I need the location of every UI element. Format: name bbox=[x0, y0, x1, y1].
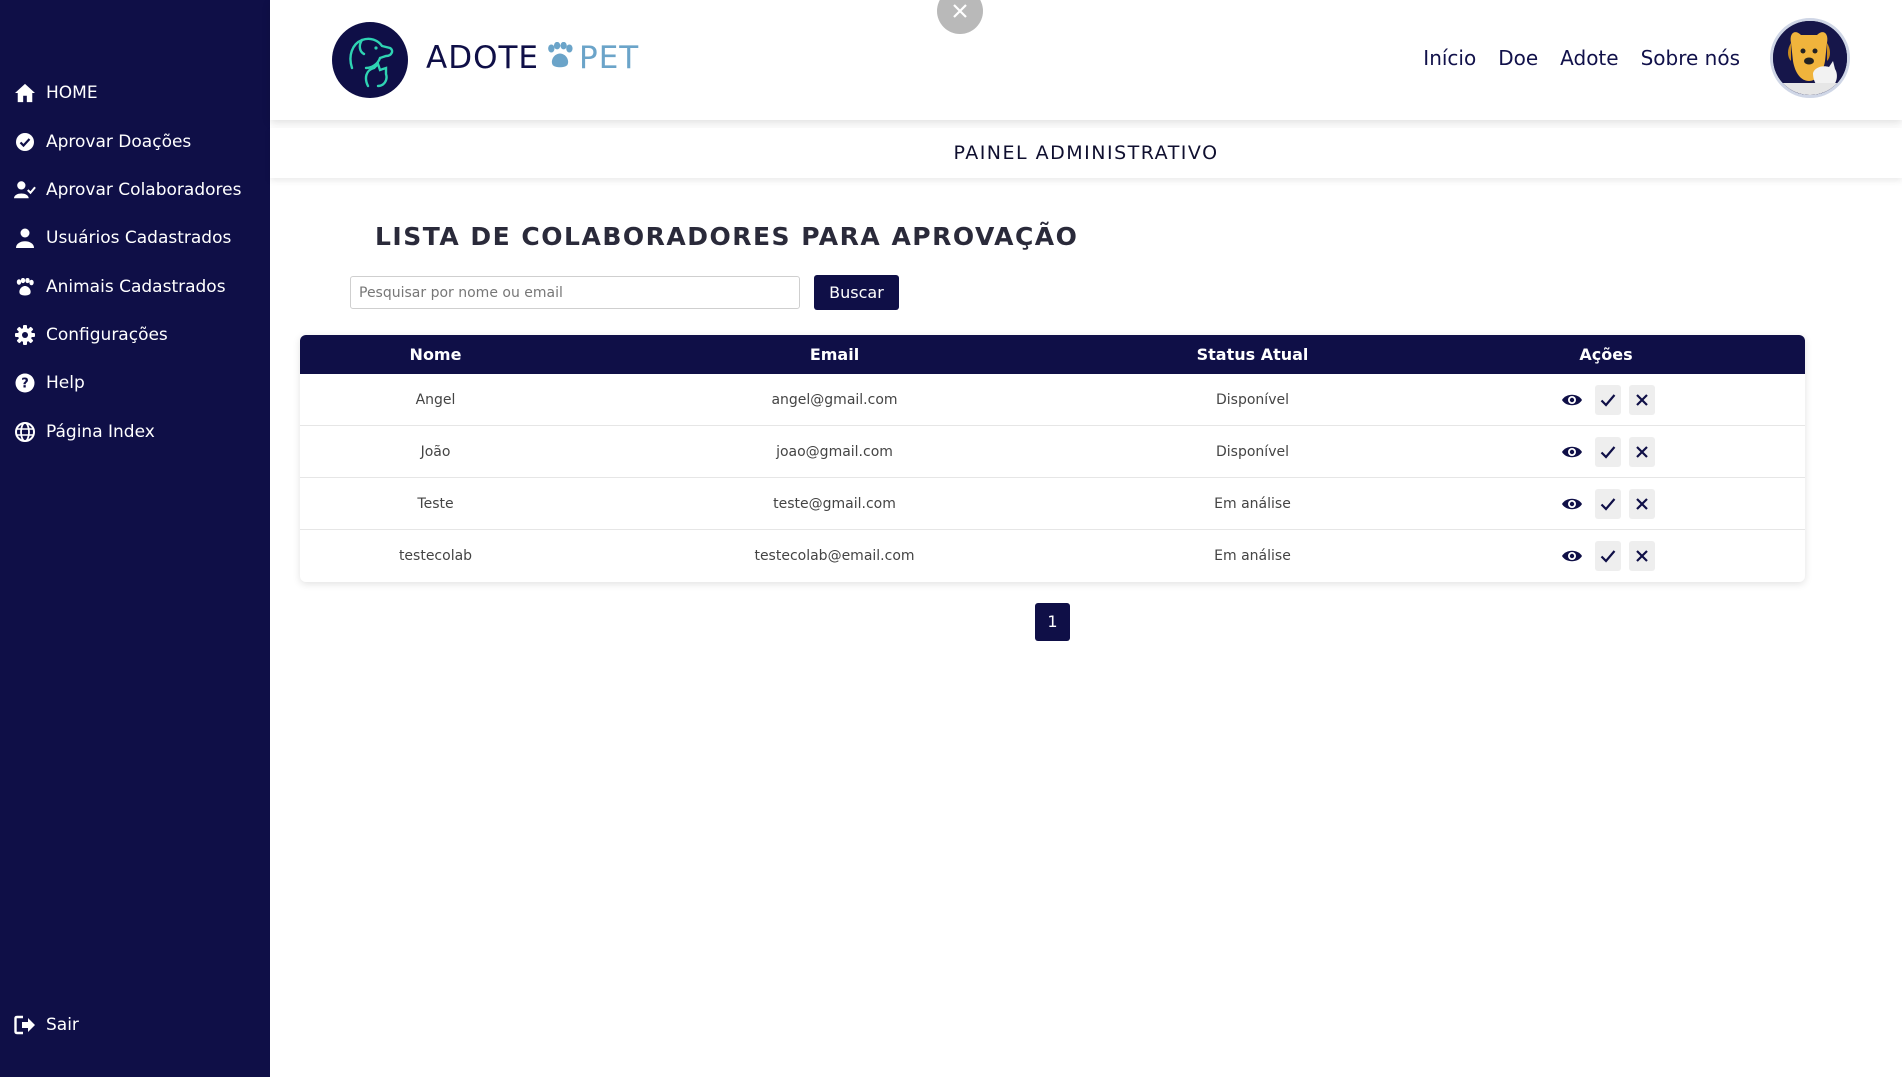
column-header-email: Email bbox=[809, 345, 860, 364]
table-header: Nome Email Status Atual Ações bbox=[300, 335, 1805, 374]
sidebar-item-home[interactable]: HOME bbox=[14, 79, 98, 107]
user-check-icon bbox=[14, 179, 36, 201]
sidebar-item-sair[interactable]: Sair bbox=[14, 1011, 79, 1039]
brand-name: ADOTE PET bbox=[426, 40, 639, 76]
column-header-nome: Nome bbox=[409, 345, 462, 364]
user-icon bbox=[14, 227, 36, 249]
table-row: testecolab testecolab@email.com Em análi… bbox=[300, 530, 1805, 582]
sidebar-item-label: Aprovar Doações bbox=[46, 132, 192, 152]
reject-button[interactable] bbox=[1629, 384, 1655, 415]
sidebar: HOME Aprovar Doações Aprovar Colaborador… bbox=[0, 0, 270, 1077]
cell-nome: testecolab bbox=[398, 548, 473, 564]
x-icon bbox=[1636, 393, 1648, 406]
cell-status: Em análise bbox=[1214, 548, 1291, 564]
cell-nome: Angel bbox=[415, 391, 456, 408]
check-icon bbox=[1600, 445, 1616, 459]
sidebar-item-aprovar-colaboradores[interactable]: Aprovar Colaboradores bbox=[14, 176, 241, 204]
cell-actions bbox=[1407, 436, 1805, 467]
cell-actions bbox=[1407, 488, 1805, 519]
nav-sobre-nos[interactable]: Sobre nós bbox=[1641, 46, 1740, 70]
reject-button[interactable] bbox=[1629, 541, 1655, 571]
paw-icon bbox=[14, 276, 36, 298]
question-circle-icon: ? bbox=[14, 372, 36, 394]
sidebar-item-usuarios[interactable]: Usuários Cadastrados bbox=[14, 224, 231, 252]
list-title: LISTA DE COLABORADORES PARA APROVAÇÃO bbox=[375, 222, 1079, 251]
panel-title: PAINEL ADMINISTRATIVO bbox=[270, 128, 1902, 178]
logo[interactable] bbox=[332, 22, 408, 98]
cell-status: Disponível bbox=[1216, 391, 1289, 408]
paw-icon bbox=[545, 40, 575, 76]
table-row: Teste teste@gmail.com Em análise bbox=[300, 478, 1805, 530]
cell-actions bbox=[1407, 384, 1805, 415]
pagination-page-button[interactable]: 1 bbox=[1035, 603, 1070, 641]
collaborators-table: Nome Email Status Atual Ações Angel ange… bbox=[300, 335, 1805, 582]
sidebar-item-label: Animais Cadastrados bbox=[46, 277, 226, 297]
globe-icon bbox=[14, 421, 36, 443]
column-header-acoes: Ações bbox=[1579, 345, 1633, 364]
sidebar-item-label: Usuários Cadastrados bbox=[46, 228, 232, 248]
check-icon bbox=[1600, 550, 1616, 563]
home-icon bbox=[14, 82, 36, 104]
cell-actions bbox=[1407, 541, 1805, 571]
approve-button[interactable] bbox=[1595, 541, 1621, 571]
view-button[interactable] bbox=[1557, 385, 1587, 415]
cell-nome: Teste bbox=[417, 495, 454, 512]
sidebar-item-label: Aprovar Colaboradores bbox=[46, 180, 242, 200]
eye-icon bbox=[1562, 446, 1582, 457]
reject-button[interactable] bbox=[1629, 488, 1655, 519]
sidebar-item-help[interactable]: ? Help bbox=[14, 369, 85, 397]
approve-button[interactable] bbox=[1595, 436, 1621, 467]
check-circle-icon bbox=[14, 131, 36, 153]
cell-nome: João bbox=[420, 443, 451, 460]
cell-status: Disponível bbox=[1216, 443, 1289, 460]
gear-icon bbox=[14, 324, 36, 346]
eye-icon bbox=[1562, 394, 1582, 405]
cell-status: Em análise bbox=[1214, 495, 1291, 512]
brand-part1: ADOTE bbox=[426, 40, 540, 76]
approve-button[interactable] bbox=[1595, 488, 1621, 519]
sidebar-item-label: Configurações bbox=[46, 325, 168, 345]
svg-text:?: ? bbox=[21, 377, 29, 392]
close-icon bbox=[953, 4, 967, 18]
nav-doe[interactable]: Doe bbox=[1498, 46, 1538, 70]
x-icon bbox=[1636, 497, 1648, 510]
top-header: ADOTE PET Início Doe Adote Sobre nós bbox=[270, 0, 1902, 120]
check-icon bbox=[1600, 497, 1616, 511]
x-icon bbox=[1636, 445, 1648, 458]
cell-email: testecolab@email.com bbox=[754, 548, 915, 564]
view-button[interactable] bbox=[1557, 489, 1587, 519]
sidebar-item-aprovar-doacoes[interactable]: Aprovar Doações bbox=[14, 128, 191, 156]
sidebar-item-pagina-index[interactable]: Página Index bbox=[14, 418, 155, 446]
table-row: João joao@gmail.com Disponível bbox=[300, 426, 1805, 478]
brand-part2: PET bbox=[579, 40, 640, 76]
sidebar-item-label: Página Index bbox=[46, 422, 155, 442]
cell-email: joao@gmail.com bbox=[776, 443, 893, 460]
top-nav: Início Doe Adote Sobre nós bbox=[1423, 46, 1740, 70]
sidebar-item-label: Help bbox=[46, 373, 85, 393]
search-button[interactable]: Buscar bbox=[814, 275, 899, 310]
sidebar-item-animais[interactable]: Animais Cadastrados bbox=[14, 273, 226, 301]
dog-cat-avatar-icon bbox=[1773, 21, 1847, 95]
eye-icon bbox=[1562, 550, 1582, 562]
sidebar-item-label: Sair bbox=[46, 1015, 79, 1035]
table-row: Angel angel@gmail.com Disponível bbox=[300, 374, 1805, 426]
sidebar-item-label: HOME bbox=[46, 83, 98, 103]
search-input[interactable] bbox=[350, 276, 800, 309]
check-icon bbox=[1600, 393, 1616, 407]
x-icon bbox=[1636, 550, 1648, 562]
logout-icon bbox=[14, 1014, 36, 1036]
nav-inicio[interactable]: Início bbox=[1423, 46, 1476, 70]
eye-icon bbox=[1562, 498, 1582, 509]
sidebar-item-configuracoes[interactable]: Configurações bbox=[14, 321, 168, 349]
cell-email: angel@gmail.com bbox=[771, 391, 898, 408]
cell-email: teste@gmail.com bbox=[773, 495, 896, 512]
avatar[interactable] bbox=[1770, 18, 1850, 98]
view-button[interactable] bbox=[1557, 541, 1587, 571]
reject-button[interactable] bbox=[1629, 436, 1655, 467]
dog-cat-logo-icon bbox=[349, 37, 394, 88]
view-button[interactable] bbox=[1557, 437, 1587, 467]
nav-adote[interactable]: Adote bbox=[1560, 46, 1618, 70]
column-header-status: Status Atual bbox=[1196, 345, 1309, 364]
approve-button[interactable] bbox=[1595, 384, 1621, 415]
